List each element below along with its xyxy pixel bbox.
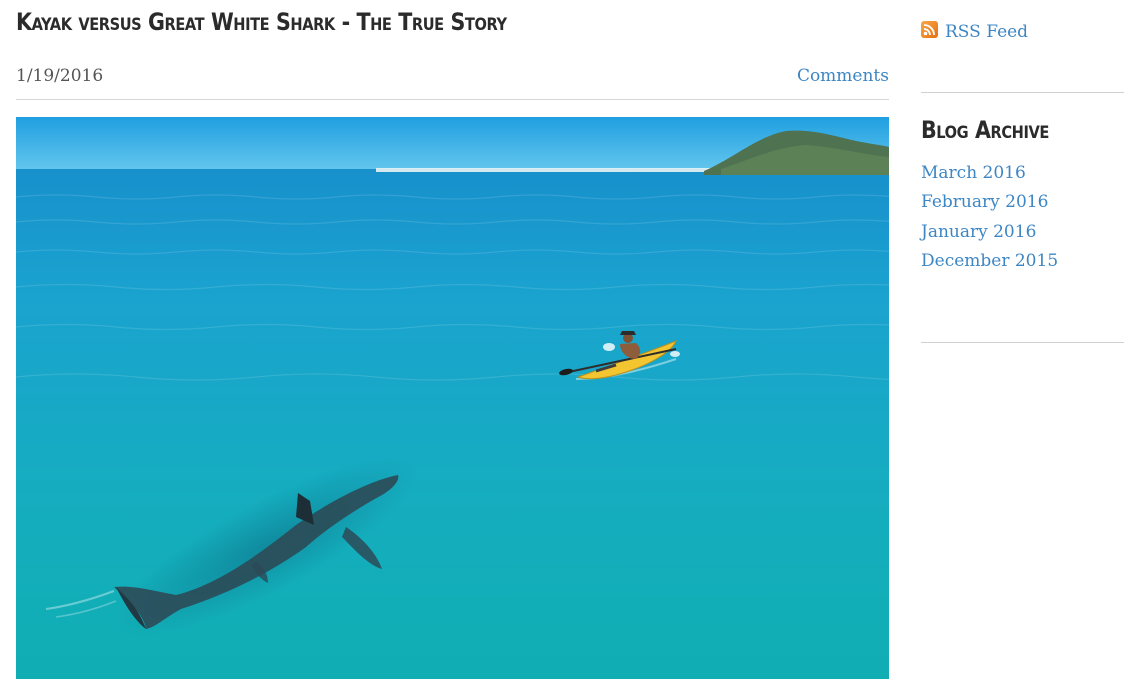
archive-item: March 2016 [921,160,1058,189]
rss-icon[interactable] [921,20,938,38]
blog-post: Kayak versus Great White Shark - The Tru… [16,0,889,679]
archive-list: March 2016 February 2016 January 2016 De… [921,160,1058,277]
archive-item: February 2016 [921,189,1058,218]
archive-link-january-2016[interactable]: January 2016 [921,222,1036,242]
archive-title: Blog Archive [921,116,1049,144]
archive-link-december-2015[interactable]: December 2015 [921,251,1058,271]
sidebar-divider-top [921,92,1124,93]
rss-feed-row[interactable]: RSS Feed [921,20,1028,44]
archive-link-february-2016[interactable]: February 2016 [921,192,1048,212]
archive-item: December 2015 [921,248,1058,277]
shark-kayak-photo [16,117,889,679]
post-divider [16,99,889,100]
rss-feed-link[interactable]: RSS Feed [945,20,1028,44]
post-meta: 1/19/2016 Comments [16,64,889,88]
post-image [16,117,889,679]
archive-link-march-2016[interactable]: March 2016 [921,163,1026,183]
sidebar-divider-bottom [921,342,1124,343]
post-title[interactable]: Kayak versus Great White Shark - The Tru… [16,0,767,40]
comments-link[interactable]: Comments [797,64,889,88]
archive-item: January 2016 [921,219,1058,248]
post-date: 1/19/2016 [16,66,104,86]
